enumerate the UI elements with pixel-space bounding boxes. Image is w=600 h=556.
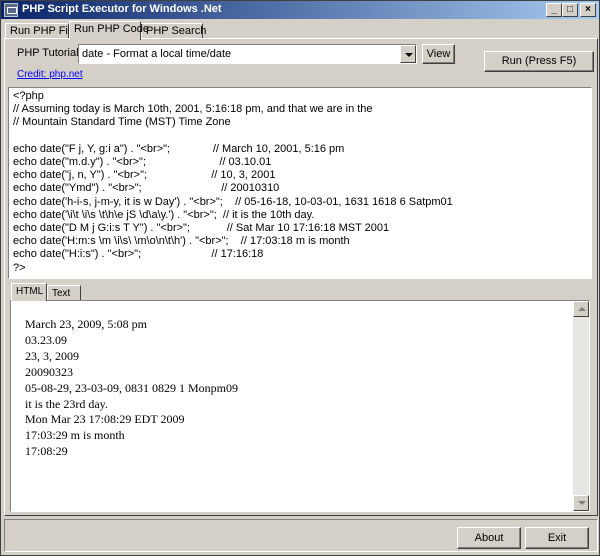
output-line: March 23, 2009, 5:08 pm bbox=[25, 317, 147, 331]
tab-html[interactable]: HTML bbox=[11, 283, 47, 301]
credit-link[interactable]: Credit: php.net bbox=[17, 69, 83, 80]
output-line: 03.23.09 bbox=[25, 332, 67, 347]
main-window: PHP Script Executor for Windows .Net _ □… bbox=[0, 0, 600, 556]
about-button[interactable]: About bbox=[457, 527, 521, 549]
tutorials-select[interactable]: date - Format a local time/date bbox=[78, 44, 417, 64]
tab-run-php-code[interactable]: Run PHP Code bbox=[69, 21, 149, 40]
app-icon bbox=[4, 3, 18, 17]
tutorials-label: PHP Tutorials bbox=[17, 47, 85, 59]
output-text: March 23, 2009, 5:08 pm 03.23.09 23, 3, … bbox=[25, 317, 238, 460]
maximize-button[interactable]: □ bbox=[562, 3, 578, 17]
code-editor[interactable]: <?php // Assuming today is March 10th, 2… bbox=[8, 87, 592, 279]
close-button[interactable]: × bbox=[580, 3, 596, 17]
output-line: 05-08-29, 23-03-09, 0831 0829 1 Monpm09 bbox=[25, 380, 238, 395]
chevron-down-icon[interactable] bbox=[400, 45, 416, 63]
output-line: 17:08:29 bbox=[25, 444, 68, 459]
tab-run-php-file[interactable]: Run PHP File bbox=[5, 23, 76, 39]
output-line: it is the 23rd day. bbox=[25, 396, 108, 411]
window-title: PHP Script Executor for Windows .Net bbox=[22, 3, 222, 15]
output-line: 20090323 bbox=[25, 364, 73, 379]
tab-php-search[interactable]: PHP Search bbox=[141, 23, 206, 39]
output-panel: March 23, 2009, 5:08 pm 03.23.09 23, 3, … bbox=[10, 300, 590, 512]
scroll-down-icon[interactable] bbox=[573, 495, 589, 511]
scroll-up-icon[interactable] bbox=[573, 301, 589, 317]
output-line: 17:03:29 m is month bbox=[25, 428, 125, 443]
tab-text[interactable]: Text bbox=[47, 285, 81, 300]
minimize-button[interactable]: _ bbox=[546, 3, 562, 17]
title-bar: PHP Script Executor for Windows .Net _ □… bbox=[1, 1, 599, 19]
exit-button[interactable]: Exit bbox=[525, 527, 589, 549]
output-scrollbar[interactable] bbox=[573, 301, 589, 511]
output-line: Mon Mar 23 17:08:29 EDT 2009 bbox=[25, 412, 185, 427]
view-button[interactable]: View bbox=[422, 44, 455, 64]
run-button[interactable]: Run (Press F5) bbox=[484, 51, 594, 72]
tutorials-selected-value: date - Format a local time/date bbox=[82, 48, 232, 60]
output-line: 23, 3, 2009 bbox=[25, 348, 79, 363]
